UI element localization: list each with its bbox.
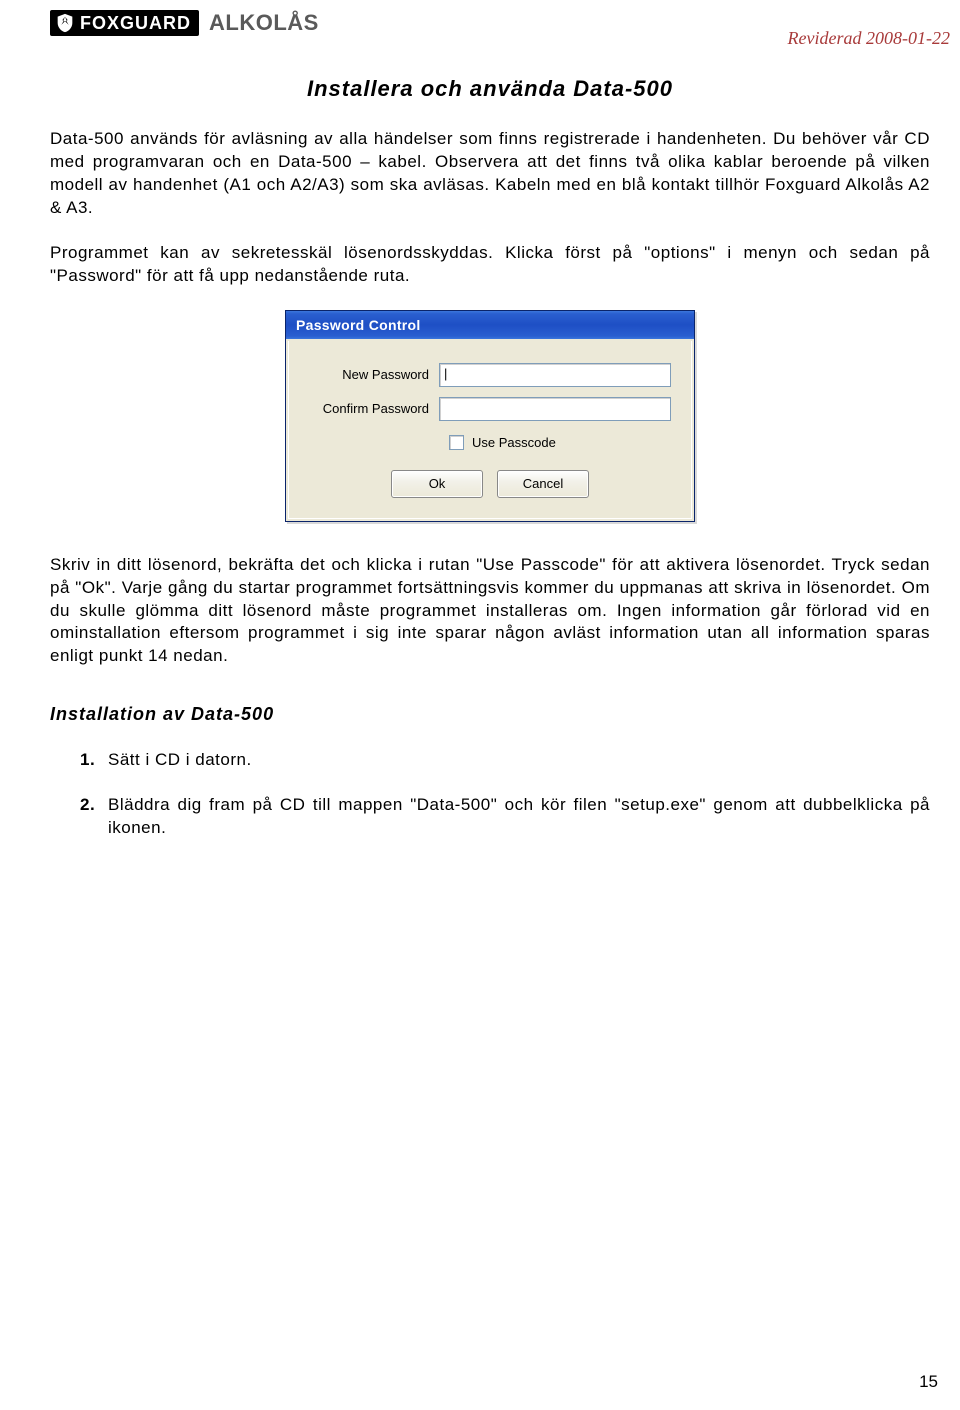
dialog-titlebar: Password Control bbox=[286, 311, 694, 339]
brand-primary-text: FOXGUARD bbox=[80, 13, 191, 34]
list-item: 2. Bläddra dig fram på CD till mappen "D… bbox=[80, 794, 930, 840]
brand-secondary-text: ALKOLÅS bbox=[209, 10, 319, 36]
new-password-row: New Password | bbox=[309, 363, 671, 387]
use-passcode-checkbox[interactable] bbox=[449, 435, 464, 450]
password-control-dialog: Password Control New Password | Confirm … bbox=[285, 310, 695, 522]
step-text: Sätt i CD i datorn. bbox=[108, 749, 930, 772]
install-subheading: Installation av Data-500 bbox=[50, 704, 930, 725]
confirm-password-input[interactable] bbox=[439, 397, 671, 421]
dialog-body: New Password | Confirm Password Use Pass… bbox=[288, 341, 692, 519]
confirm-password-label: Confirm Password bbox=[309, 401, 439, 416]
ok-button[interactable]: Ok bbox=[391, 470, 483, 498]
use-passcode-label: Use Passcode bbox=[472, 435, 556, 450]
foxguard-logo: FOXGUARD bbox=[50, 10, 199, 36]
step-text: Bläddra dig fram på CD till mappen "Data… bbox=[108, 794, 930, 840]
confirm-password-row: Confirm Password bbox=[309, 397, 671, 421]
use-passcode-row: Use Passcode bbox=[449, 435, 671, 450]
dialog-screenshot: Password Control New Password | Confirm … bbox=[50, 310, 930, 522]
fox-shield-icon bbox=[54, 12, 76, 34]
step-number: 1. bbox=[80, 749, 108, 772]
paragraph-1: Data-500 används för avläsning av alla h… bbox=[50, 128, 930, 220]
dialog-button-row: Ok Cancel bbox=[309, 470, 671, 498]
new-password-label: New Password bbox=[309, 367, 439, 382]
page-number: 15 bbox=[919, 1372, 938, 1392]
new-password-input[interactable]: | bbox=[439, 363, 671, 387]
document-content: Installera och använda Data-500 Data-500… bbox=[50, 76, 930, 840]
paragraph-2: Programmet kan av sekretesskäl lösenords… bbox=[50, 242, 930, 288]
page-title: Installera och använda Data-500 bbox=[50, 76, 930, 102]
install-steps-list: 1. Sätt i CD i datorn. 2. Bläddra dig fr… bbox=[80, 749, 930, 840]
paragraph-3: Skriv in ditt lösenord, bekräfta det och… bbox=[50, 554, 930, 669]
revision-date: Reviderad 2008-01-22 bbox=[788, 28, 950, 49]
list-item: 1. Sätt i CD i datorn. bbox=[80, 749, 930, 772]
step-number: 2. bbox=[80, 794, 108, 840]
cancel-button[interactable]: Cancel bbox=[497, 470, 589, 498]
